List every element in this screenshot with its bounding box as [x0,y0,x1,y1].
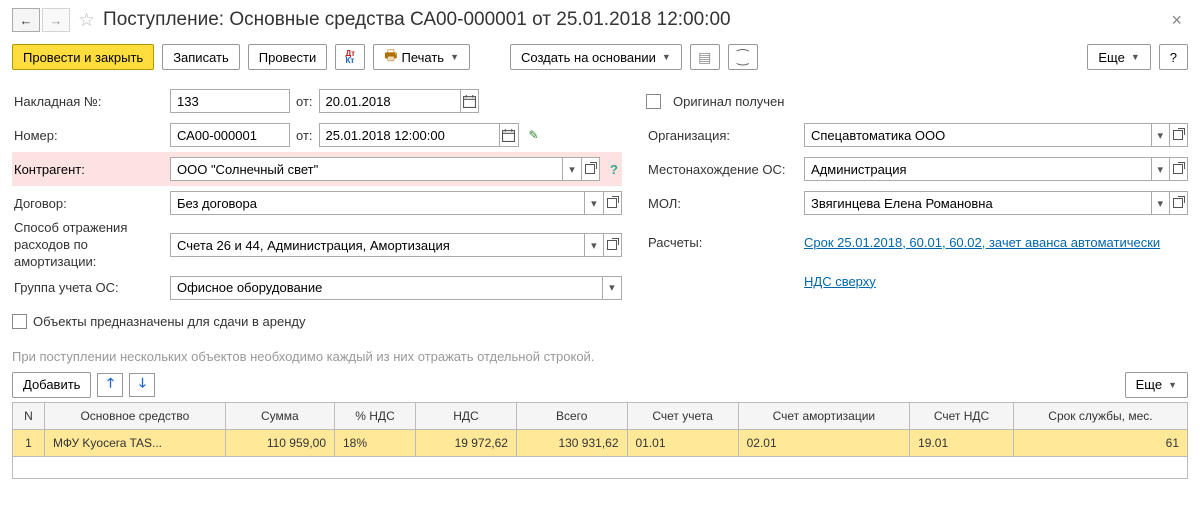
calendar-icon[interactable] [460,90,478,112]
col-total[interactable]: Всего [516,402,627,429]
print-icon: 🖶 [384,45,397,69]
post-close-button[interactable]: Провести и закрыть [12,44,154,70]
col-n[interactable]: N [13,402,45,429]
open-icon[interactable] [1169,158,1187,180]
contract-label: Договор: [12,196,170,211]
open-icon[interactable] [1169,192,1187,214]
from-label-2: от: [296,128,313,143]
move-down-button[interactable]: 🡓 [129,373,155,397]
dropdown-icon[interactable]: ▾ [584,234,602,256]
col-acct-vat[interactable]: Счет НДС [910,402,1014,429]
col-acct[interactable]: Счет учета [627,402,738,429]
location-label: Местонахождение ОС: [646,162,804,177]
nav-back-button[interactable]: ← [12,8,40,32]
nav-forward-button: → [42,8,70,32]
dropdown-icon[interactable]: ▾ [584,192,602,214]
original-checkbox[interactable] [646,94,661,109]
os-group-label: Группа учета ОС: [12,280,170,295]
close-button[interactable]: × [1165,10,1188,31]
col-asset[interactable]: Основное средство [45,402,226,429]
dropdown-icon[interactable]: ▾ [602,277,621,299]
table-row[interactable] [13,456,1188,478]
exp-method-label: Способ отражения расходов по амортизации… [12,220,170,271]
invoice-date-field[interactable] [319,89,479,113]
save-button[interactable]: Записать [162,44,240,70]
number-label: Номер: [12,128,170,143]
col-life[interactable]: Срок службы, мес. [1013,402,1187,429]
open-icon[interactable] [603,234,621,256]
org-field[interactable]: ▾ [804,123,1188,147]
calendar-icon[interactable] [499,124,517,146]
mol-label: МОЛ: [646,196,804,211]
os-group-field[interactable]: ▾ [170,276,622,300]
contract-field[interactable]: ▾ [170,191,622,215]
dropdown-icon[interactable]: ▾ [1151,124,1169,146]
calc-link[interactable]: Срок 25.01.2018, 60.01, 60.02, зачет ава… [804,235,1160,250]
invoice-no-label: Накладная №: [12,94,170,109]
add-row-button[interactable]: Добавить [12,372,91,398]
vat-link[interactable]: НДС сверху [804,274,876,289]
lease-label: Объекты предназначены для сдачи в аренду [33,314,305,329]
open-icon[interactable] [581,158,599,180]
invoice-no-field[interactable] [170,89,290,113]
post-button[interactable]: Провести [248,44,328,70]
edit-date-icon[interactable]: ✎ [529,128,539,142]
open-icon[interactable] [1169,124,1187,146]
contragent-label: Контрагент: [12,162,170,177]
from-label-1: от: [296,94,313,109]
dropdown-icon[interactable]: ▾ [1151,158,1169,180]
location-field[interactable]: ▾ [804,157,1188,181]
report-button[interactable]: ▤ [690,44,720,70]
dtkt-button[interactable]: ДтКт [335,44,365,70]
open-icon[interactable] [603,192,621,214]
assets-table[interactable]: N Основное средство Сумма % НДС НДС Всег… [12,402,1188,479]
dropdown-icon[interactable]: ▾ [1151,192,1169,214]
document-icon: ▤ [698,49,711,66]
col-vat-pct[interactable]: % НДС [335,402,416,429]
table-row[interactable]: 1 МФУ Kyocera TAS... 110 959,00 18% 19 9… [13,429,1188,456]
create-based-button[interactable]: Создать на основании ▼ [510,44,682,70]
clip-icon: ⁐ [737,49,748,66]
col-sum[interactable]: Сумма [225,402,334,429]
dropdown-icon[interactable]: ▾ [562,158,580,180]
print-button[interactable]: 🖶 Печать ▼ [373,44,470,70]
move-up-button[interactable]: 🡑 [97,373,123,397]
col-vat[interactable]: НДС [416,402,517,429]
original-label: Оригинал получен [673,94,784,109]
page-title: Поступление: Основные средства СА00-0000… [103,9,1157,31]
number-date-field[interactable] [319,123,519,147]
calc-label: Расчеты: [646,235,804,250]
favorite-star-icon[interactable]: ☆ [78,9,95,32]
col-acct-amort[interactable]: Счет амортизации [738,402,910,429]
more-button[interactable]: Еще ▼ [1087,44,1150,70]
contragent-help[interactable]: ? [606,162,622,177]
contragent-field[interactable]: ▾ [170,157,600,181]
mol-field[interactable]: ▾ [804,191,1188,215]
help-button[interactable]: ? [1159,44,1188,70]
lease-checkbox[interactable] [12,314,27,329]
exp-method-field[interactable]: ▾ [170,233,622,257]
multi-objects-note: При поступлении нескольких объектов необ… [12,349,1188,364]
org-label: Организация: [646,128,804,143]
table-more-button[interactable]: Еще ▼ [1125,372,1188,398]
number-field[interactable] [170,123,290,147]
attach-button[interactable]: ⁐ [728,44,758,70]
